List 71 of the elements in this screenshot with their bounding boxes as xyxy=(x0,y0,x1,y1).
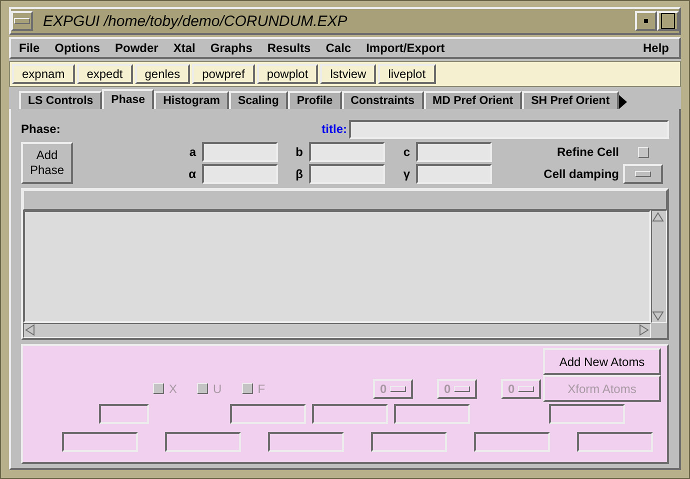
horizontal-scrollbar[interactable] xyxy=(23,323,651,338)
cell-parameter-field[interactable] xyxy=(416,164,492,184)
cell-damping-dropdown[interactable] xyxy=(623,164,663,184)
toolbar-button[interactable]: expedt xyxy=(76,64,133,84)
cell-parameter-label: γ xyxy=(402,167,411,181)
toolbar-button[interactable]: genles xyxy=(134,64,190,84)
menu-item[interactable]: Xtal xyxy=(173,41,196,55)
refine-cell-label: Refine Cell xyxy=(556,145,620,159)
window-title: EXPGUI /home/toby/demo/CORUNDUM.EXP xyxy=(42,12,348,30)
cell-parameter-label: β xyxy=(294,167,304,181)
title-field[interactable] xyxy=(349,120,669,138)
tab-scroll-arrow-icon[interactable] xyxy=(618,95,627,109)
toolbar-button[interactable]: liveplot xyxy=(378,64,436,84)
refine-flag-label: F xyxy=(258,382,266,396)
tab[interactable]: Constraints xyxy=(342,91,424,109)
cell-parameter-field[interactable] xyxy=(309,142,385,162)
menu-item[interactable]: Help xyxy=(642,41,669,55)
cell-parameter-field[interactable] xyxy=(416,142,492,162)
menu-item[interactable]: Options xyxy=(54,41,100,55)
cell-parameter-field[interactable] xyxy=(202,142,278,162)
atom-field[interactable] xyxy=(394,404,470,424)
atom-field[interactable] xyxy=(312,404,388,424)
down-arrow-icon[interactable] xyxy=(652,310,664,322)
tab[interactable]: Scaling xyxy=(228,91,288,109)
cell-parameter-label: c xyxy=(402,145,411,159)
tab[interactable]: Histogram xyxy=(154,91,229,109)
add-phase-button[interactable]: Add Phase xyxy=(21,142,73,184)
toolbar-button[interactable]: expnam xyxy=(12,64,75,84)
left-arrow-icon[interactable] xyxy=(24,324,36,336)
minimize-button[interactable] xyxy=(635,11,657,31)
right-arrow-icon[interactable] xyxy=(638,324,650,336)
maximize-button[interactable] xyxy=(657,11,679,31)
tab[interactable]: SH Pref Orient xyxy=(522,91,619,109)
menu-item[interactable]: Results xyxy=(267,41,311,55)
menu-item[interactable]: Powder xyxy=(115,41,158,55)
atom-field[interactable] xyxy=(230,404,306,424)
vertical-scrollbar[interactable] xyxy=(651,210,667,323)
cell-parameter-field[interactable] xyxy=(309,164,385,184)
tab[interactable]: LS Controls xyxy=(19,91,102,109)
tab[interactable]: Profile xyxy=(288,91,342,109)
menu-item[interactable]: Import/Export xyxy=(366,41,445,55)
cell-parameter-label: α xyxy=(188,167,197,181)
cell-parameter-field[interactable] xyxy=(202,164,278,184)
title-label: title: xyxy=(322,122,347,136)
menu-item[interactable]: File xyxy=(19,41,40,55)
atom-field[interactable] xyxy=(268,432,344,452)
atom-field[interactable] xyxy=(62,432,138,452)
cell-parameter-label: b xyxy=(294,145,304,159)
atom-field[interactable] xyxy=(371,432,447,452)
refine-flag-label: X xyxy=(169,382,178,396)
toolbar-button[interactable]: powplot xyxy=(256,64,318,84)
cell-damping-label: Cell damping xyxy=(542,167,620,181)
toolbar-button[interactable]: lstview xyxy=(320,64,376,84)
add-new-atoms-button[interactable]: Add New Atoms xyxy=(543,348,661,375)
atom-field[interactable] xyxy=(99,404,149,424)
window-menu-button[interactable] xyxy=(11,11,33,31)
cell-parameter-label: a xyxy=(188,145,198,159)
tab[interactable]: Phase xyxy=(102,89,154,109)
toolbar-button[interactable]: powpref xyxy=(192,64,255,84)
refine-cell-checkbox[interactable] xyxy=(638,146,648,158)
atom-field[interactable] xyxy=(165,432,241,452)
atom-field[interactable] xyxy=(577,432,653,452)
atom-field[interactable] xyxy=(549,404,625,424)
menu-item[interactable]: Graphs xyxy=(210,41,252,55)
tab[interactable]: MD Pref Orient xyxy=(424,91,522,109)
atom-field[interactable] xyxy=(474,432,550,452)
phase-label: Phase: xyxy=(21,122,60,136)
menu-item[interactable]: Calc xyxy=(326,41,352,55)
up-arrow-icon[interactable] xyxy=(652,211,664,223)
refine-flag-label: U xyxy=(213,382,222,396)
atom-list[interactable] xyxy=(23,210,651,323)
